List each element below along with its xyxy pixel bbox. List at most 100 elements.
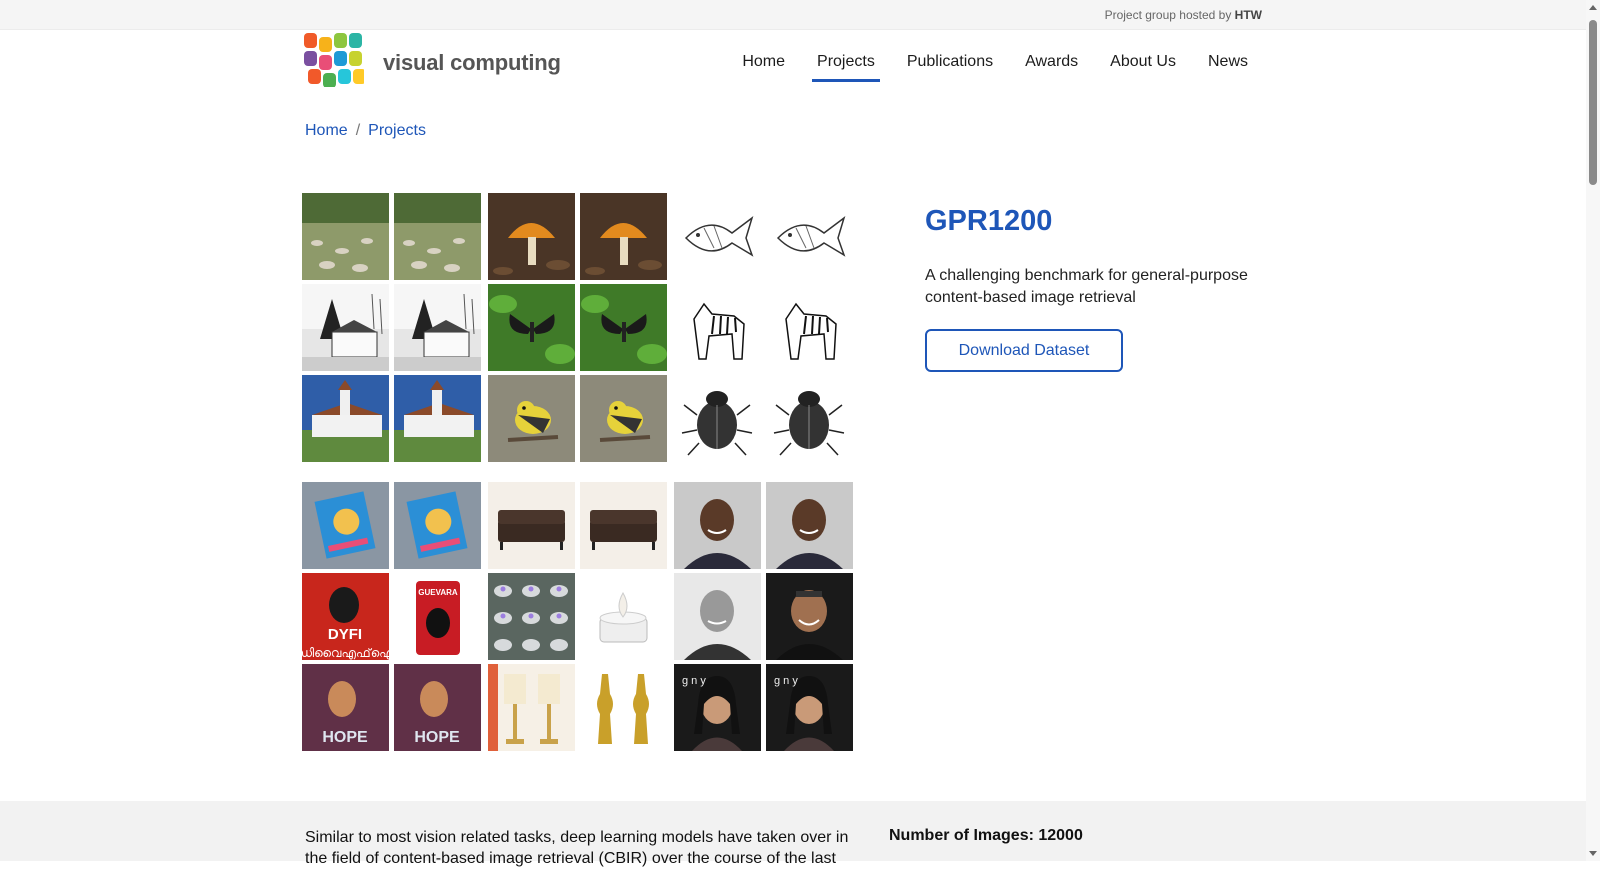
top-bar: Project group hosted by HTW [0, 0, 1586, 30]
candlesticks-gold-icon [580, 664, 667, 751]
hosted-by-text: Project group hosted by HTW [1105, 8, 1262, 22]
details-section: Similar to most vision related tasks, de… [0, 801, 1586, 867]
zebra-sketch-icon [674, 284, 761, 371]
poster-hope-icon: HOPE [302, 664, 389, 751]
mosaic-tile-zebra-sketch-icon [766, 284, 853, 371]
zebra-sketch-icon [766, 284, 853, 371]
portrait-man-icon [674, 482, 761, 569]
mosaic-tile-book-cover-icon [394, 482, 481, 569]
mosaic-tile-poster-red-icon: DYFI ഡിവൈഎഫ്ഐ [302, 573, 389, 660]
warbler-bird-icon [488, 375, 575, 462]
mosaic-tile-portrait-man-icon [674, 482, 761, 569]
mosaic-tile-beetle-sketch-icon [766, 375, 853, 462]
nav-about-us[interactable]: About Us [1094, 30, 1192, 94]
breadcrumb-separator: / [355, 122, 361, 139]
lighter-red-icon: GUEVARA [394, 573, 481, 660]
butterfly-icon [488, 284, 575, 371]
project-summary: GPR1200 A challenging benchmark for gene… [925, 205, 1285, 309]
mosaic-tile-portrait-man-smile-icon [766, 573, 853, 660]
brand-name[interactable]: visual computing [383, 50, 561, 76]
mosaic-tile-lighter-red-icon: GUEVARA [394, 573, 481, 660]
mosaic-tile-portrait-woman-icon: g n y [766, 664, 853, 751]
butterfly-icon [580, 284, 667, 371]
breadcrumb-projects[interactable]: Projects [368, 122, 426, 139]
hosted-prefix: Project group hosted by [1104, 8, 1232, 22]
mosaic-tile-tea-lights-icon [488, 573, 575, 660]
mosaic-tile-sofa-icon [488, 482, 575, 569]
mosaic-tile-lamps-icon [488, 664, 575, 751]
fortified-church-icon [302, 375, 389, 462]
mushroom-icon [488, 193, 575, 280]
nav-projects[interactable]: Projects [801, 30, 891, 94]
mosaic-tile-landscape-stones-icon [394, 193, 481, 280]
tea-lights-icon [488, 573, 575, 660]
portrait-woman-icon: g n y [766, 664, 853, 751]
mosaic-tile-poster-hope-icon: HOPE [302, 664, 389, 751]
brand-logo-icon[interactable] [304, 33, 364, 87]
main-nav: Home Projects Publications Awards About … [726, 30, 1264, 94]
landscape-stones-icon [394, 193, 481, 280]
scroll-down-icon[interactable] [1589, 851, 1597, 856]
mosaic-tile-poster-hope-icon: HOPE [394, 664, 481, 751]
number-of-images: Number of Images: 12000 [889, 827, 1083, 844]
poster-red-label: DYFI [328, 626, 362, 643]
mosaic-tile-warbler-bird-icon [488, 375, 575, 462]
portrait-man-icon [766, 482, 853, 569]
mosaic-tile-portrait-bw-man-icon [674, 573, 761, 660]
sofa-icon [580, 482, 667, 569]
portrait-woman-bg-text: g n y [774, 675, 798, 687]
mosaic-tile-book-cover-icon [302, 482, 389, 569]
mosaic-tile-beetle-sketch-icon [674, 375, 761, 462]
portrait-bw-man-icon [674, 573, 761, 660]
tea-light-single-icon [580, 573, 667, 660]
mosaic-tile-sofa-icon [580, 482, 667, 569]
nav-home[interactable]: Home [726, 30, 801, 94]
poster-hope-icon: HOPE [394, 664, 481, 751]
portrait-woman-bg-text: g n y [682, 675, 706, 687]
mosaic-tile-fortified-church-icon [394, 375, 481, 462]
nav-publications[interactable]: Publications [891, 30, 1009, 94]
poster-red-sublabel: ഡിവൈഎഫ്ഐ [302, 646, 389, 660]
page-scrollbar[interactable] [1586, 0, 1600, 861]
project-title: GPR1200 [925, 205, 1053, 237]
download-dataset-button[interactable]: Download Dataset [925, 329, 1123, 372]
project-description: A challenging benchmark for general-purp… [925, 267, 1248, 306]
hosted-org: HTW [1234, 8, 1262, 22]
sofa-icon [488, 482, 575, 569]
lighter-label: GUEVARA [418, 588, 458, 597]
poster-hope-label: HOPE [322, 729, 368, 746]
mosaic-tile-butterfly-icon [488, 284, 575, 371]
goldfish-sketch-icon [674, 193, 761, 280]
fortified-church-icon [394, 375, 481, 462]
nav-news[interactable]: News [1192, 30, 1264, 94]
mosaic-tile-mushroom-icon [488, 193, 575, 280]
mosaic-tile-zebra-sketch-icon [674, 284, 761, 371]
scroll-up-icon[interactable] [1589, 5, 1597, 10]
mosaic-tile-butterfly-icon [580, 284, 667, 371]
nav-awards[interactable]: Awards [1009, 30, 1094, 94]
mosaic-tile-goldfish-sketch-icon [674, 193, 761, 280]
portrait-woman-icon: g n y [674, 664, 761, 751]
mosaic-tile-tea-light-single-icon [580, 573, 667, 660]
breadcrumb-home[interactable]: Home [305, 122, 348, 139]
mosaic-tile-warbler-bird-icon [580, 375, 667, 462]
book-cover-icon [394, 482, 481, 569]
poster-red-icon: DYFI ഡിവൈഎഫ്ഐ [302, 573, 389, 660]
mosaic-tile-candlesticks-gold-icon [580, 664, 667, 751]
beetle-sketch-icon [766, 375, 853, 462]
mosaic-tile-goldfish-sketch-icon [766, 193, 853, 280]
mosaic-tile-portrait-man-icon [766, 482, 853, 569]
mosaic-tile-landscape-stones-icon [302, 193, 389, 280]
mushroom-icon [580, 193, 667, 280]
intro-text: Similar to most vision related tasks, de… [305, 829, 849, 867]
mosaic-tile-church-bw-icon [302, 284, 389, 371]
beetle-sketch-icon [674, 375, 761, 462]
scrollbar-thumb[interactable] [1589, 20, 1597, 185]
site-header: visual computing Home Projects Publicati… [0, 30, 1586, 94]
church-bw-icon [302, 284, 389, 371]
warbler-bird-icon [580, 375, 667, 462]
mosaic-tile-church-bw-icon [394, 284, 481, 371]
mosaic-tile-mushroom-icon [580, 193, 667, 280]
church-bw-icon [394, 284, 481, 371]
dataset-image-mosaic: DYFI ഡിവൈഎഫ്ഐ GUEVARA HOPE HOPE g n y g n y [302, 193, 865, 753]
